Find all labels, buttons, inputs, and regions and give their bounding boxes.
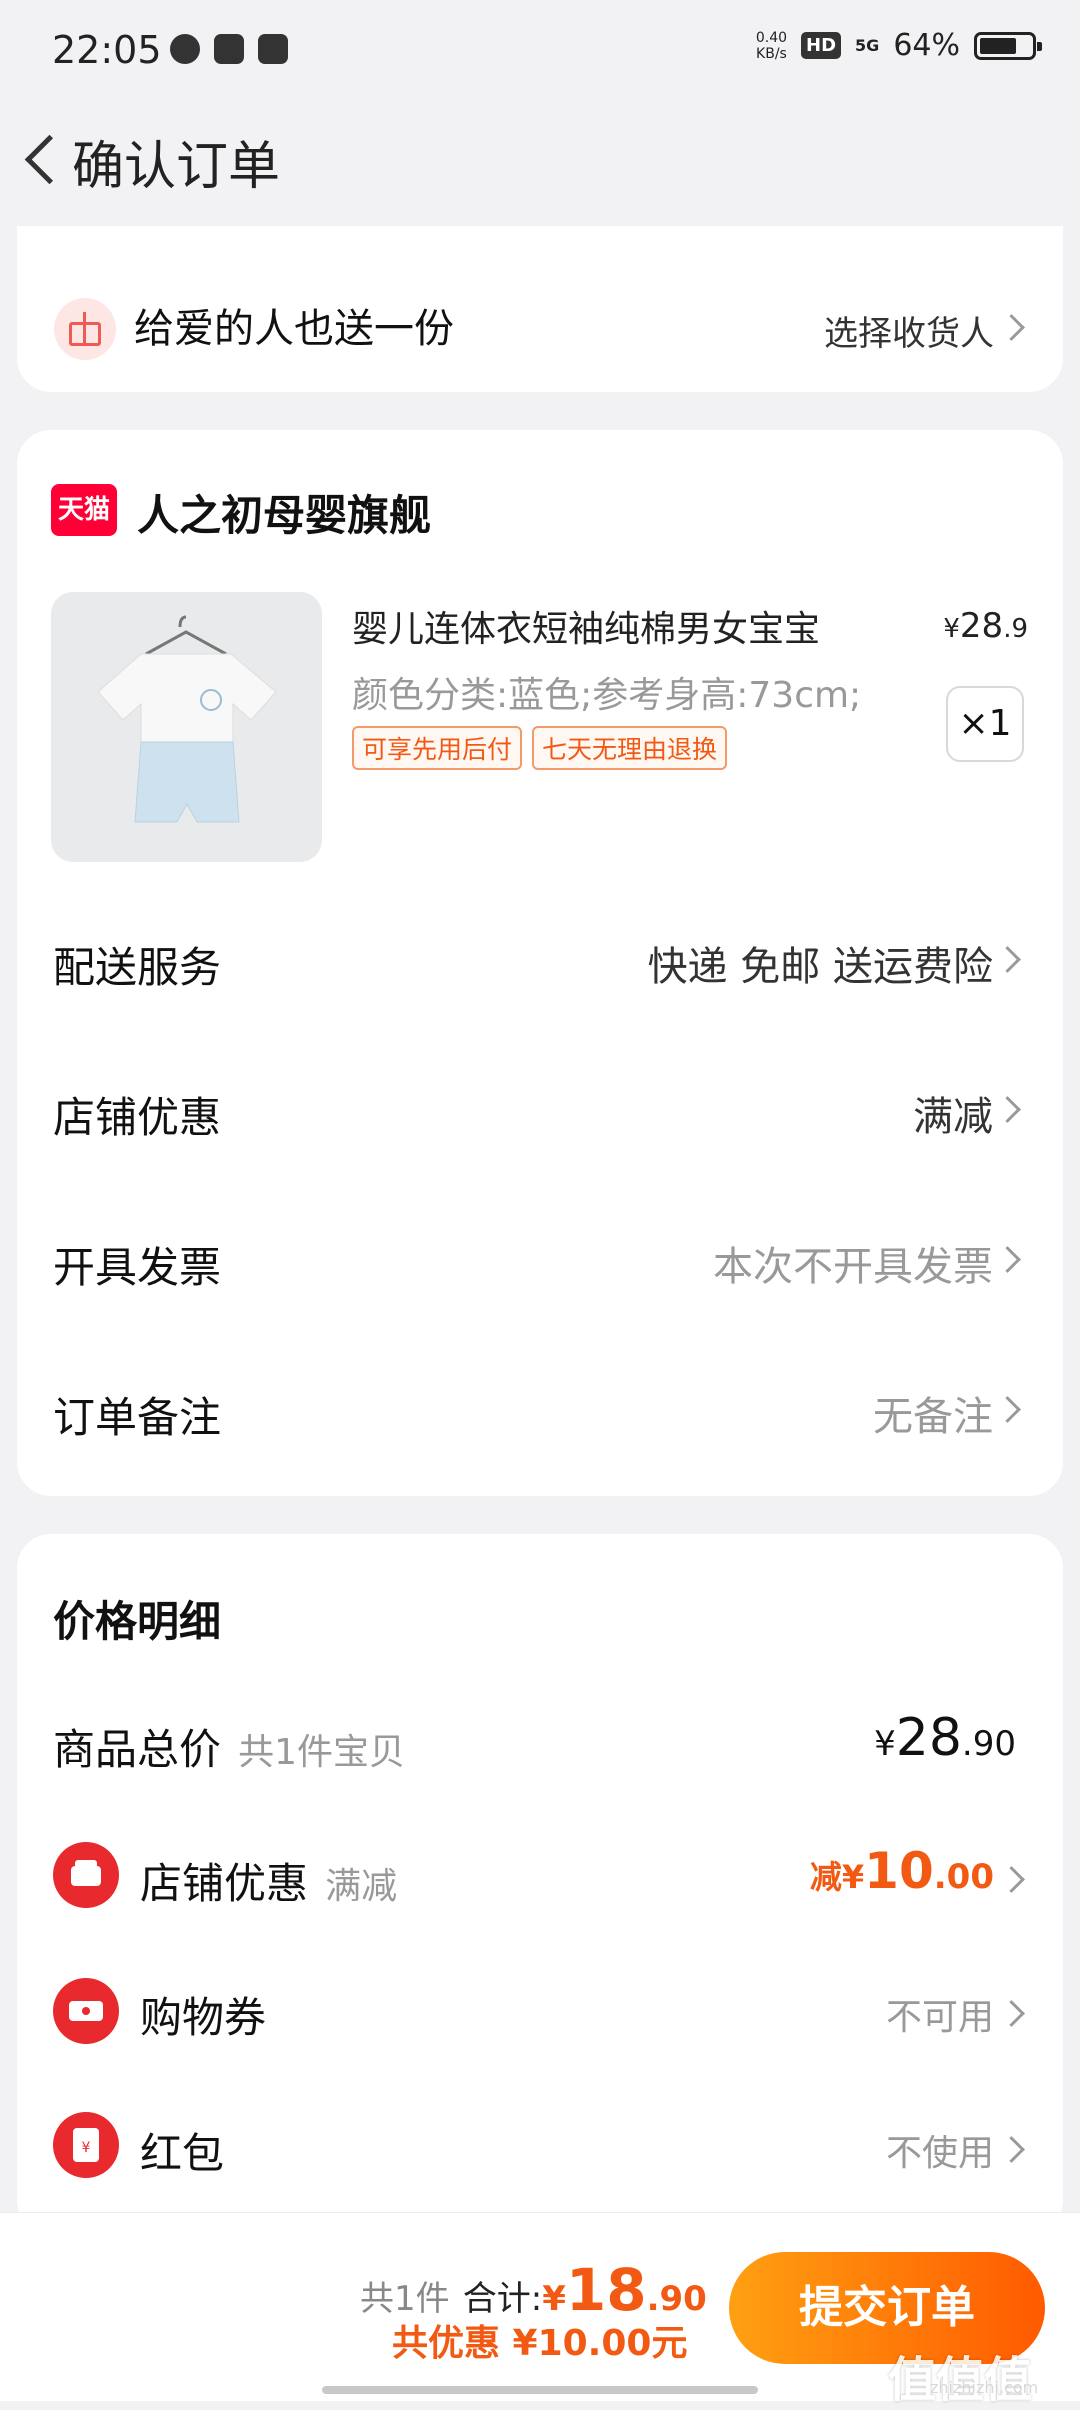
- row-label: 购物券: [140, 1993, 267, 2042]
- row-label: 订单备注: [53, 1393, 222, 1442]
- sum-dec: .90: [646, 2279, 707, 2319]
- net-speed-unit: KB/s: [756, 45, 787, 62]
- chevron-right-icon: [994, 1246, 1021, 1273]
- net-speed-value: 0.40: [755, 29, 788, 46]
- row-label: 开具发票: [53, 1243, 222, 1292]
- product-price-symbol: ¥: [943, 614, 960, 644]
- total-discount: 共优惠 ¥10.00元: [392, 2323, 688, 2364]
- red-packet-row[interactable]: 红包: [140, 2120, 224, 2181]
- net-speed: 0.40 KB/s: [756, 30, 787, 62]
- row-value: 快递 免邮 送运费险: [647, 944, 993, 990]
- tmall-logo: 天猫: [51, 484, 117, 536]
- row-value: 无备注: [873, 1394, 993, 1440]
- store-discount-row[interactable]: 店铺优惠 满减: [17, 1050, 1063, 1170]
- gift-icon: [54, 298, 116, 360]
- svg-text:¥: ¥: [82, 2140, 91, 2156]
- goods-total-row: 商品总价 共1件宝贝: [53, 1716, 405, 1777]
- status-bar: 22:05 0.40 KB/s HD 5G 64%: [0, 0, 1080, 100]
- product-price: ¥28.9: [943, 606, 1028, 646]
- product-price-dec: .9: [1003, 614, 1028, 644]
- red-packet-icon: ¥: [53, 2112, 119, 2178]
- product-image[interactable]: [51, 592, 322, 862]
- price-detail-title: 价格明细: [53, 1597, 222, 1646]
- battery-icon: [974, 31, 1042, 60]
- home-indicator[interactable]: [322, 2386, 758, 2394]
- store-discount-detail-row[interactable]: 店铺优惠 满减: [140, 1850, 397, 1911]
- chevron-right-icon: [994, 1096, 1021, 1123]
- battery-percent: 64%: [893, 28, 960, 63]
- price-int: 28: [895, 1708, 962, 1768]
- invoice-row[interactable]: 开具发票 本次不开具发票: [17, 1200, 1063, 1320]
- row-label: 店铺优惠: [53, 1093, 222, 1142]
- discount-prefix: 减: [809, 1858, 842, 1896]
- row-label: 红包: [140, 2129, 225, 2178]
- order-note-row[interactable]: 订单备注 无备注: [17, 1350, 1063, 1470]
- row-value: 不可用: [885, 1997, 994, 2038]
- discount-int: 10: [864, 1842, 934, 1900]
- page-title: 确认订单: [72, 137, 281, 197]
- status-time: 22:05: [52, 28, 162, 72]
- discount-symbol: ¥: [841, 1858, 865, 1896]
- goods-total-value: ¥28.90: [874, 1708, 1016, 1768]
- voucher-icon: [53, 1978, 119, 2044]
- sum-label: 合计:: [462, 2279, 543, 2319]
- quantity-stepper[interactable]: ×1: [946, 686, 1024, 762]
- delivery-service-row[interactable]: 配送服务 快递 免邮 送运费险: [17, 900, 1063, 1020]
- message-icon: [214, 34, 244, 64]
- row-value: 满减: [913, 1094, 993, 1140]
- row-label: 店铺优惠: [140, 1859, 309, 1908]
- product-tag: 可享先用后付: [352, 726, 523, 770]
- product-tag: 七天无理由退换: [532, 726, 728, 770]
- chevron-right-icon: [994, 946, 1021, 973]
- item-count: 共1件: [360, 2279, 450, 2319]
- price-dec: .90: [961, 1724, 1016, 1764]
- gift-label: 给爱的人也送一份: [134, 306, 454, 352]
- price-symbol: ¥: [874, 1724, 896, 1764]
- store-coupon-icon: [53, 1842, 119, 1908]
- product-title[interactable]: 婴儿连体衣短袖纯棉男女宝宝: [352, 600, 820, 652]
- row-sub: 满减: [325, 1866, 398, 1907]
- wechat-icon: [170, 34, 200, 64]
- row-value: 本次不开具发票: [713, 1244, 993, 1290]
- product-price-int: 28: [959, 606, 1004, 646]
- sum-symbol: ¥: [542, 2279, 566, 2319]
- signal-icon: 5G: [855, 36, 880, 55]
- row-value: 不使用: [885, 2133, 994, 2174]
- back-icon[interactable]: [18, 130, 58, 190]
- row-label: 配送服务: [53, 943, 222, 992]
- select-recipient[interactable]: 选择收货人: [824, 306, 994, 355]
- product-tags: 可享先用后付 七天无理由退换: [352, 726, 728, 770]
- status-right: 0.40 KB/s HD 5G 64%: [756, 28, 1042, 63]
- app-notification-icon: [258, 34, 288, 64]
- watermark-site: zhizhizhi.com: [930, 2378, 1039, 2397]
- row-label: 商品总价: [53, 1725, 222, 1774]
- product-spec[interactable]: 颜色分类:蓝色;参考身高:73cm;: [352, 666, 861, 718]
- hd-icon: HD: [801, 32, 842, 59]
- discount-dec: .00: [933, 1857, 994, 1897]
- row-sub: 共1件宝贝: [238, 1732, 406, 1773]
- store-discount-value: 减¥10.00: [810, 1842, 994, 1900]
- chevron-right-icon: [994, 1396, 1021, 1423]
- store-name[interactable]: 人之初母婴旗舰: [137, 482, 431, 543]
- voucher-row[interactable]: 购物券: [140, 1984, 266, 2045]
